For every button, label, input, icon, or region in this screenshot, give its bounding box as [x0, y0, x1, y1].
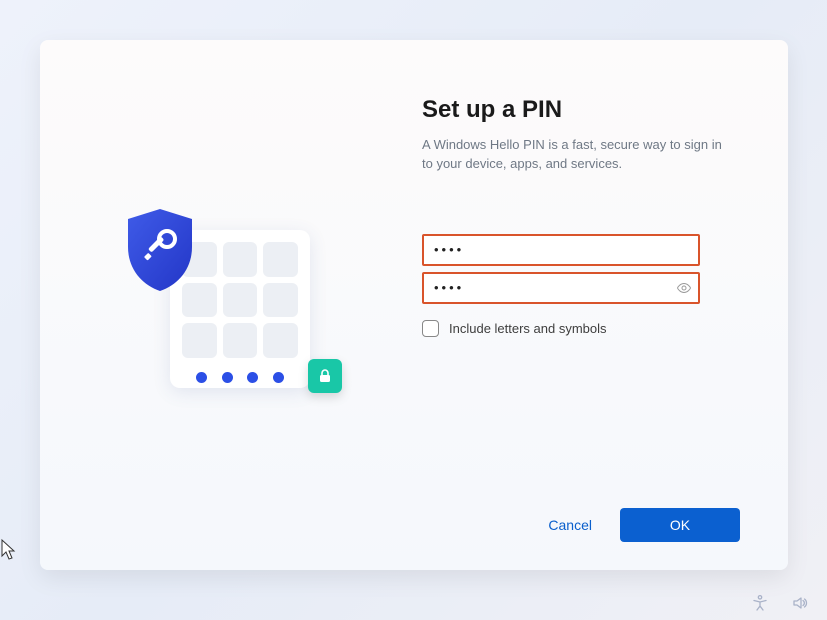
include-symbols-row: Include letters and symbols: [422, 320, 740, 337]
shield-key-icon: [120, 205, 200, 295]
reveal-pin-button[interactable]: [674, 278, 694, 298]
page-title: Set up a PIN: [422, 96, 740, 124]
dialog-actions: Cancel OK: [544, 508, 740, 542]
content-panel: Set up a PIN A Windows Hello PIN is a fa…: [410, 40, 788, 570]
confirm-pin-field-wrap: [422, 272, 700, 304]
eye-icon: [676, 280, 692, 296]
confirm-pin-input[interactable]: [422, 272, 700, 304]
include-symbols-label: Include letters and symbols: [449, 321, 607, 336]
lock-icon: [308, 359, 342, 393]
ok-button[interactable]: OK: [620, 508, 740, 542]
page-description: A Windows Hello PIN is a fast, secure wa…: [422, 136, 722, 174]
include-symbols-checkbox[interactable]: [422, 320, 439, 337]
cancel-button[interactable]: Cancel: [544, 509, 596, 541]
mouse-cursor: [0, 538, 18, 562]
pin-illustration: [120, 205, 330, 405]
new-pin-field-wrap: [422, 234, 700, 266]
accessibility-icon[interactable]: [751, 594, 769, 612]
illustration-panel: [40, 40, 410, 570]
sound-icon[interactable]: [791, 594, 809, 612]
taskbar-tray: [751, 594, 809, 612]
pin-setup-dialog: Set up a PIN A Windows Hello PIN is a fa…: [40, 40, 788, 570]
new-pin-input[interactable]: [422, 234, 700, 266]
